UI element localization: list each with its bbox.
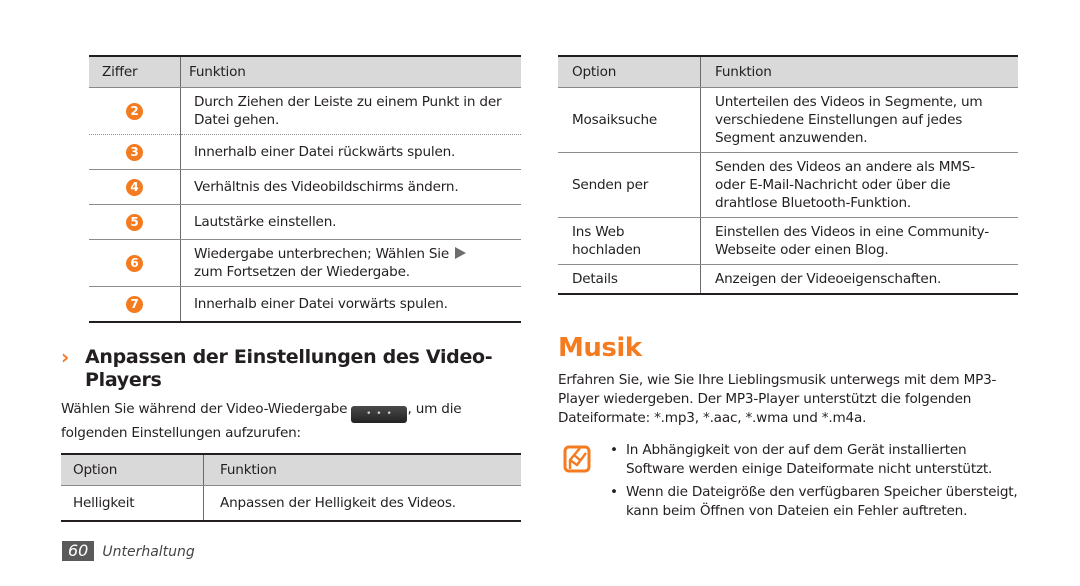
page-footer: 60 Unterhaltung: [62, 541, 195, 561]
controls-table: Ziffer Funktion 2 Durch Ziehen der Leist…: [89, 55, 521, 323]
table-row: 4 Verhältnis des Videobildschirms ändern…: [89, 169, 521, 205]
number-badge: 7: [126, 296, 143, 313]
row-text: Innerhalb einer Datei vorwärts spulen.: [180, 286, 521, 323]
table-row: 6 Wiedergabe unterbrechen; Wählen Sie zu…: [89, 239, 521, 287]
number-badge: 3: [126, 144, 143, 161]
table-row: Details Anzeigen der Videoeigenschaften.: [558, 264, 1018, 295]
page-number: 60: [62, 541, 95, 561]
number-badge: 4: [126, 179, 143, 196]
option-cell: Details: [558, 264, 701, 295]
function-cell: Anpassen der Helligkeit des Videos.: [203, 485, 521, 522]
table-header-row: Option Funktion: [61, 453, 521, 486]
intro-text-before: Wählen Sie während der Video-Wiedergabe: [61, 401, 348, 417]
footer-section-name: Unterhaltung: [102, 544, 195, 560]
row-text: Verhältnis des Videobildschirms ändern.: [180, 169, 521, 205]
header-option: Option: [558, 55, 701, 88]
option-cell: Ins Web hochladen: [558, 217, 701, 265]
row-text: Lautstärke einstellen.: [180, 204, 521, 240]
options-table: Option Funktion Mosaiksuche Unterteilen …: [558, 55, 1018, 295]
row-text: Durch Ziehen der Leiste zu einem Punkt i…: [180, 87, 521, 135]
option-cell: Helligkeit: [61, 485, 204, 522]
note-pencil-icon: [563, 445, 591, 473]
row-text: Wiedergabe unterbrechen; Wählen Sie zum …: [180, 239, 521, 287]
function-cell: Einstellen des Videos in eine Community-…: [700, 217, 1018, 265]
settings-table: Option Funktion Helligkeit Anpassen der …: [61, 453, 521, 522]
header-ziffer: Ziffer: [89, 55, 181, 88]
table-row: Ins Web hochladen Einstellen des Videos …: [558, 217, 1018, 265]
note-item: In Abhängigkeit von der auf dem Gerät in…: [608, 441, 1028, 479]
table-header-row: Ziffer Funktion: [89, 55, 521, 88]
function-cell: Anzeigen der Videoeigenschaften.: [700, 264, 1018, 295]
play-icon: [455, 247, 467, 259]
header-option: Option: [61, 453, 204, 486]
table-row: Mosaiksuche Unterteilen des Videos in Se…: [558, 87, 1018, 153]
table-row: Helligkeit Anpassen der Helligkeit des V…: [61, 485, 521, 522]
table-row: Senden per Senden des Videos an andere a…: [558, 152, 1018, 218]
settings-table-container: Option Funktion Helligkeit Anpassen der …: [61, 453, 521, 522]
table-row: 7 Innerhalb einer Datei vorwärts spulen.: [89, 286, 521, 323]
musik-intro: Erfahren Sie, wie Sie Ihre Lieblingsmusi…: [558, 372, 997, 426]
note-list: In Abhängigkeit von der auf dem Gerät in…: [608, 441, 1028, 525]
table-row: 3 Innerhalb einer Datei rückwärts spulen…: [89, 134, 521, 170]
number-badge: 5: [126, 214, 143, 231]
section-intro: Wählen Sie während der Video-Wiedergabe …: [61, 399, 521, 444]
menu-button-icon: • • •: [351, 406, 408, 423]
header-funktion: Funktion: [700, 55, 1018, 88]
function-cell: Unterteilen des Videos in Segmente, um v…: [700, 87, 1018, 153]
note-item: Wenn die Dateigröße den verfügbaren Spei…: [608, 483, 1028, 521]
header-funktion: Funktion: [203, 453, 521, 486]
section-title: Anpassen der Einstellungen des Video-Pla…: [85, 346, 493, 391]
section-heading: › Anpassen der Einstellungen des Video-P…: [61, 346, 525, 392]
header-funktion: Funktion: [180, 55, 521, 88]
option-cell: Senden per: [558, 152, 701, 218]
row-text: Innerhalb einer Datei rückwärts spulen.: [180, 134, 521, 170]
function-cell: Senden des Videos an andere als MMS- ode…: [700, 152, 1018, 218]
number-badge: 2: [126, 103, 143, 120]
option-cell: Mosaiksuche: [558, 87, 701, 153]
row-text-before: Wiedergabe unterbrechen; Wählen Sie: [194, 246, 450, 262]
number-badge: 6: [126, 255, 143, 272]
table-header-row: Option Funktion: [558, 55, 1018, 88]
row-text-after: zum Fortsetzen der Wiedergabe.: [194, 264, 410, 280]
controls-table-container: Ziffer Funktion 2 Durch Ziehen der Leist…: [89, 55, 521, 323]
table-row: 2 Durch Ziehen der Leiste zu einem Punkt…: [89, 87, 521, 135]
options-table-container: Option Funktion Mosaiksuche Unterteilen …: [558, 55, 1018, 295]
chevron-right-icon: ›: [61, 345, 69, 369]
musik-heading: Musik: [558, 333, 642, 363]
table-row: 5 Lautstärke einstellen.: [89, 204, 521, 240]
